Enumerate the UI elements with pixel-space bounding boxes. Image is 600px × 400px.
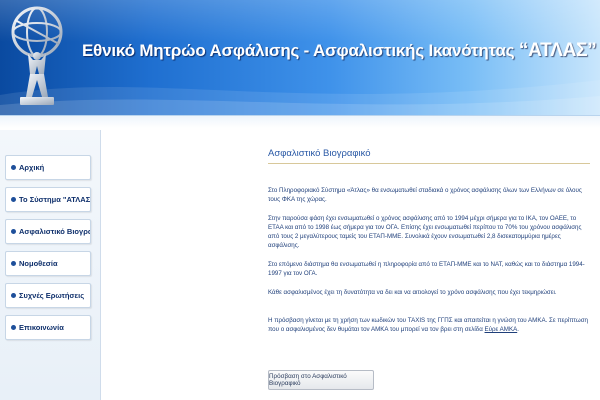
paragraph-access-text: Η πρόσβαση γίνεται με τη χρήση των κωδικ… — [268, 317, 588, 333]
bullet-icon — [11, 261, 16, 266]
page-title: Ασφαλιστικό Βιογραφικό — [268, 148, 371, 159]
bullet-icon — [11, 293, 16, 298]
bullet-icon — [11, 229, 16, 234]
paragraph-current-phase: Στην παρούσα φάση έχει ενσωματωθεί ο χρό… — [268, 215, 582, 249]
paragraph-intro: Στο Πληροφοριακό Σύστημα «Άτλας» θα ενσω… — [268, 187, 582, 203]
sidebar-item-label: Αρχική — [19, 163, 45, 172]
access-insurance-record-button[interactable]: Πρόσβαση στο Ασφαλιστικό Βιογραφικό — [268, 370, 374, 390]
sidebar-item-legislation[interactable]: Νομοθεσία — [5, 251, 91, 276]
bullet-icon — [11, 197, 16, 202]
sidebar-item-label: Συχνές Ερωτήσεις — [19, 291, 85, 300]
sidebar-item-label: Επικοινωνία — [19, 323, 64, 332]
paragraph-access-end: . — [517, 326, 519, 333]
site-title-brand: “ΑΤΛΑΣ” — [518, 40, 597, 61]
sidebar-item-system[interactable]: Το Σύστημα "ΑΤΛΑΣ" — [5, 187, 91, 212]
main-content: Ασφαλιστικό Βιογραφικό Στο Πληροφοριακό … — [268, 130, 594, 400]
atlas-globe-logo-icon — [11, 6, 63, 105]
sidebar-item-contact[interactable]: Επικοινωνία — [5, 315, 91, 340]
header-subbar — [0, 115, 600, 128]
sidebar-item-faq[interactable]: Συχνές Ερωτήσεις — [5, 283, 91, 308]
bullet-icon — [11, 165, 16, 170]
sidebar: Αρχική Το Σύστημα "ΑΤΛΑΣ" Ασφαλιστικό Βι… — [0, 130, 101, 400]
find-amka-link[interactable]: Εύρε ΑΜΚΑ — [485, 326, 518, 333]
sidebar-item-insurance-record[interactable]: Ασφαλιστικό Βιογραφικό — [5, 219, 91, 244]
paragraph-access: Η πρόσβαση γίνεται με τη χρήση των κωδικ… — [268, 316, 590, 334]
site-title: Εθνικό Μητρώο Ασφάλισης - Ασφαλιστικής Ι… — [82, 40, 597, 62]
sidebar-item-label: Ασφαλιστικό Βιογραφικό — [19, 227, 90, 236]
bullet-icon — [11, 325, 16, 330]
sidebar-item-label: Το Σύστημα "ΑΤΛΑΣ" — [19, 195, 91, 204]
site-title-main: Εθνικό Μητρώο Ασφάλισης - Ασφαλιστικής Ι… — [82, 41, 519, 60]
paragraph-next-phase: Στο επόμενο διάστημα θα ενσωματωθεί η πλ… — [268, 261, 585, 277]
site-header: Εθνικό Μητρώο Ασφάλισης - Ασφαλιστικής Ι… — [0, 0, 600, 115]
sidebar-item-home[interactable]: Αρχική — [5, 155, 91, 180]
sidebar-item-label: Νομοθεσία — [19, 259, 58, 268]
paragraph-rights: Κάθε ασφαλισμένος έχει τη δυνατότητα να … — [268, 289, 557, 296]
title-divider — [268, 163, 590, 164]
